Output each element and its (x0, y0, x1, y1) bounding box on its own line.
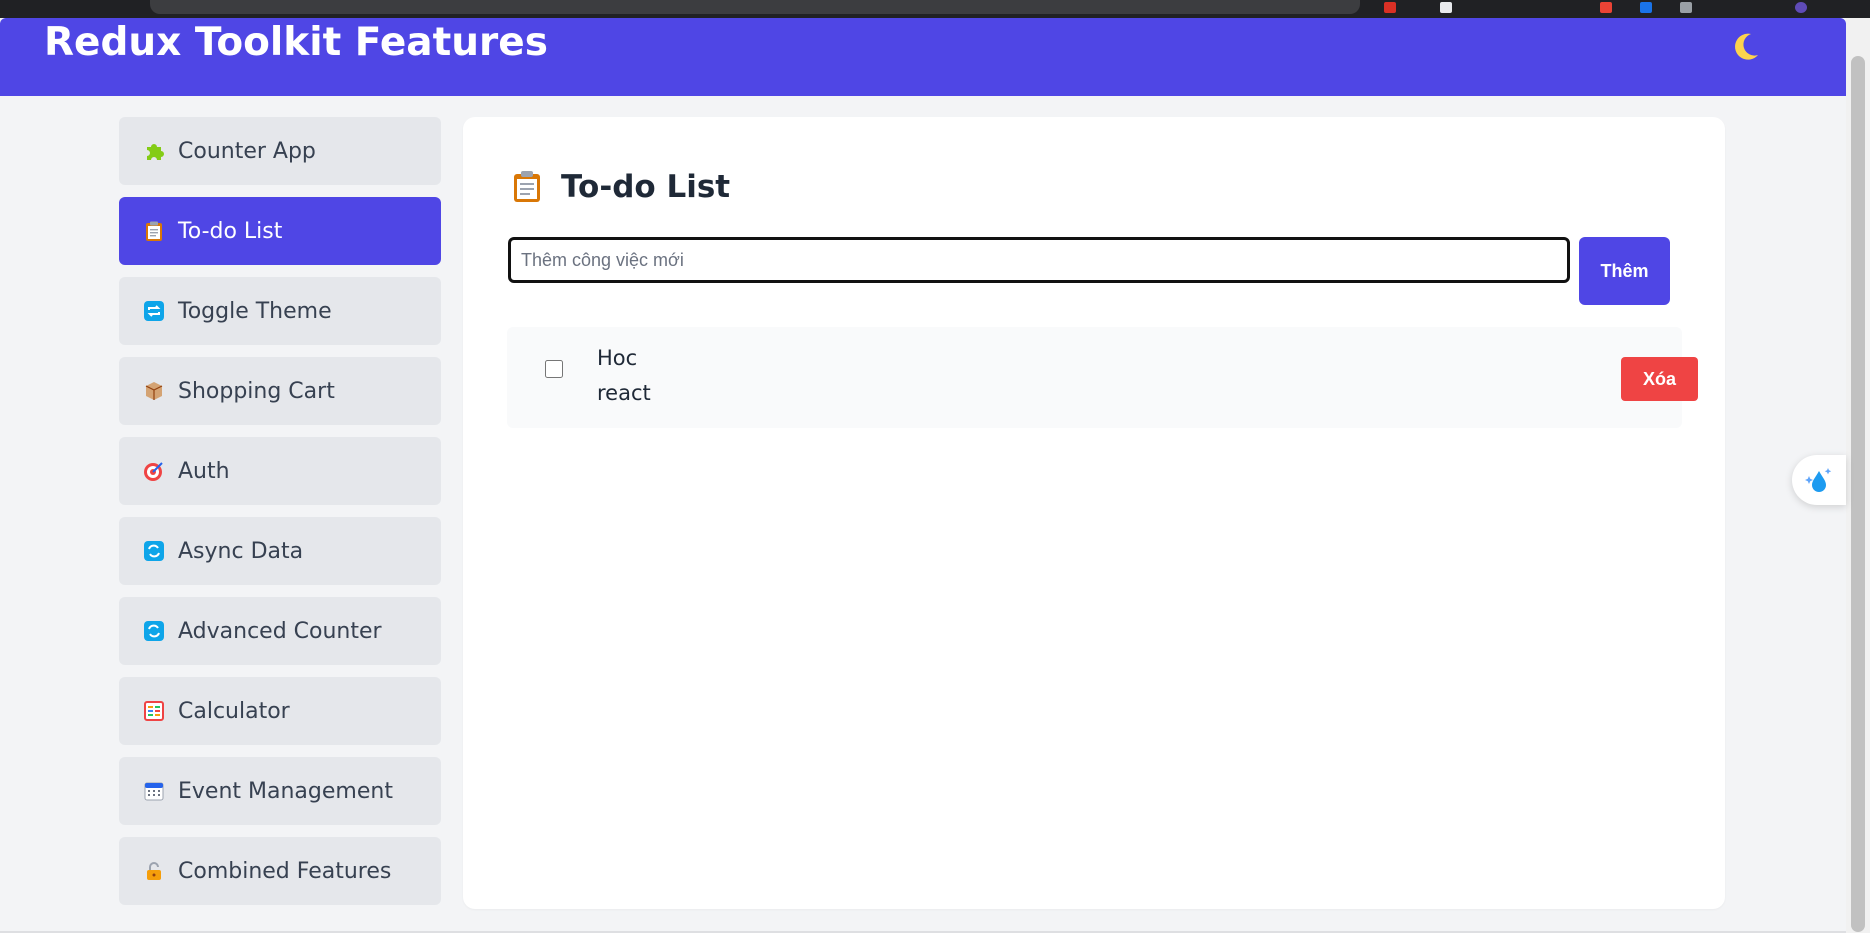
sidebar-item-counter-app[interactable]: Counter App (119, 117, 441, 185)
sidebar-item-todo-list[interactable]: To-do List (119, 197, 441, 265)
abacus-icon (143, 700, 165, 722)
sidebar-item-label: Event Management (178, 778, 393, 804)
browser-chrome-strip (0, 0, 1870, 18)
sidebar-item-shopping-cart[interactable]: Shopping Cart (119, 357, 441, 425)
sidebar-item-event-management[interactable]: Event Management (119, 757, 441, 825)
new-todo-input[interactable] (508, 237, 1570, 283)
add-todo-button[interactable]: Thêm (1579, 237, 1670, 305)
clipboard-icon (143, 220, 165, 242)
extension-icon[interactable] (1680, 2, 1692, 13)
todo-panel: To-do List Thêm Hoc react Xóa (463, 117, 1725, 909)
extension-icon[interactable] (1600, 2, 1612, 13)
sidebar-item-calculator[interactable]: Calculator (119, 677, 441, 745)
sidebar-item-label: To-do List (178, 218, 283, 244)
moon-icon (1735, 33, 1758, 60)
page-title: To-do List (561, 169, 731, 205)
sidebar-item-label: Advanced Counter (178, 618, 382, 644)
repeat-arrows-icon (143, 300, 165, 322)
sidebar-item-combined-features[interactable]: Combined Features (119, 837, 441, 905)
refresh-icon (143, 620, 165, 642)
extension-icon[interactable] (1640, 2, 1652, 13)
extension-icon[interactable] (1384, 2, 1396, 13)
calendar-icon (143, 780, 165, 802)
sidebar-item-label: Counter App (178, 138, 316, 164)
sidebar-item-advanced-counter[interactable]: Advanced Counter (119, 597, 441, 665)
todo-complete-checkbox[interactable] (545, 360, 563, 378)
app-header: Redux Toolkit Features (0, 18, 1846, 96)
sidebar-item-async-data[interactable]: Async Data (119, 517, 441, 585)
sidebar-item-toggle-theme[interactable]: Toggle Theme (119, 277, 441, 345)
app-title: Redux Toolkit Features (44, 20, 548, 65)
target-icon (143, 460, 165, 482)
sidebar-item-label: Combined Features (178, 858, 392, 884)
vertical-scrollbar[interactable] (1846, 18, 1870, 933)
delete-todo-button[interactable]: Xóa (1621, 357, 1698, 401)
sidebar-item-auth[interactable]: Auth (119, 437, 441, 505)
refresh-icon (143, 540, 165, 562)
todo-text: Hoc react (597, 346, 651, 405)
sidebar-item-label: Toggle Theme (178, 298, 332, 324)
address-bar[interactable] (150, 0, 1360, 14)
extension-icon[interactable] (1795, 2, 1807, 13)
floating-assistant-button[interactable] (1792, 455, 1846, 505)
padlock-icon (143, 860, 165, 882)
todo-item: Hoc react Xóa (507, 327, 1698, 428)
scrollbar-thumb[interactable] (1851, 56, 1865, 932)
clipboard-icon (511, 170, 543, 204)
puzzle-piece-icon (143, 140, 165, 162)
package-box-icon (143, 380, 165, 402)
sidebar-item-label: Auth (178, 458, 230, 484)
sidebar-item-label: Calculator (178, 698, 290, 724)
theme-toggle-button[interactable] (1724, 26, 1766, 68)
extension-icon[interactable] (1440, 2, 1452, 13)
sparkle-droplet-icon (1805, 468, 1832, 492)
sidebar-item-label: Shopping Cart (178, 378, 335, 404)
panel-heading: To-do List (511, 167, 730, 207)
sidebar-item-label: Async Data (178, 538, 304, 564)
